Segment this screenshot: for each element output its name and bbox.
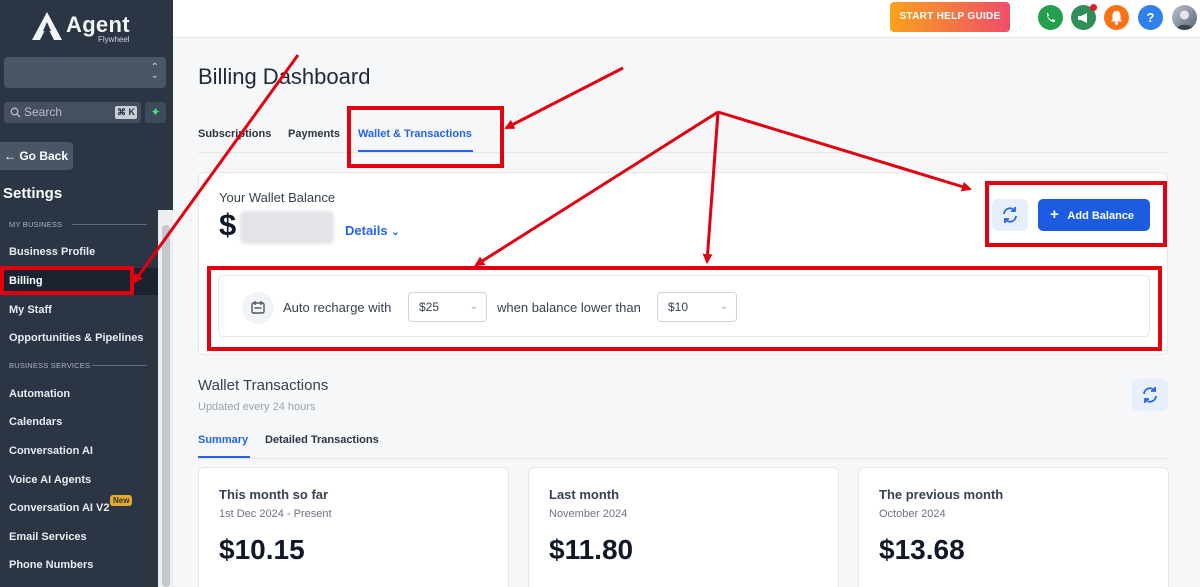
account-switcher[interactable]: ⌃ ⌄ <box>4 57 166 88</box>
sidebar-item-opportunities[interactable]: Opportunities & Pipelines <box>9 332 143 344</box>
subtabs-divider <box>198 458 1168 459</box>
sidebar-item-conversation-ai[interactable]: Conversation AI <box>9 445 93 457</box>
tab-payments[interactable]: Payments <box>288 128 340 140</box>
stat-title: Last month <box>549 487 620 502</box>
sidebar-item-business-profile[interactable]: Business Profile <box>9 246 95 258</box>
search-placeholder: Search <box>24 105 63 119</box>
wallet-transactions-subtitle: Updated every 24 hours <box>198 401 316 413</box>
sidebar-item-automation[interactable]: Automation <box>9 388 70 400</box>
section-label-my-business: MY BUSINESS <box>9 220 63 229</box>
sidebar-item-calendars[interactable]: Calendars <box>9 416 62 428</box>
active-subtab-indicator <box>198 456 250 458</box>
stat-card-previous-month: The previous month October 2024 $13.68 <box>858 467 1169 587</box>
sidebar-item-voice-ai-agents[interactable]: Voice AI Agents <box>9 474 91 486</box>
logo-subtitle: Flywheel <box>98 35 130 44</box>
stat-title: The previous month <box>879 487 1004 502</box>
tab-subscriptions[interactable]: Subscriptions <box>198 128 271 140</box>
section-divider <box>72 224 147 225</box>
details-link[interactable]: Details ⌄ <box>345 223 400 238</box>
arrow-to-wallet-tab <box>504 66 624 130</box>
wallet-transactions-title: Wallet Transactions <box>198 377 329 394</box>
sidebar-item-conversation-ai-v2[interactable]: Conversation AI V2 <box>9 502 109 514</box>
avatar-image <box>1176 10 1193 30</box>
user-avatar[interactable] <box>1172 5 1197 30</box>
sidebar-scrollbar-thumb[interactable] <box>162 225 170 587</box>
go-back-button[interactable]: ← Go Back <box>0 142 73 170</box>
wallet-currency-symbol: $ <box>219 207 237 242</box>
search-icon <box>10 107 21 118</box>
help-glyph: ? <box>1146 10 1155 25</box>
search-shortcut: ⌘ K <box>115 106 137 119</box>
wallet-balance-label: Your Wallet Balance <box>219 190 336 205</box>
bell-icon[interactable] <box>1104 5 1129 30</box>
page-title: Billing Dashboard <box>198 64 371 89</box>
search-input[interactable]: Search ⌘ K <box>4 102 141 123</box>
refresh-transactions-button[interactable] <box>1132 379 1168 411</box>
stat-card-last-month: Last month November 2024 $11.80 <box>528 467 839 587</box>
annotation-box-wallet-tab <box>347 106 504 168</box>
tab-summary[interactable]: Summary <box>198 434 248 446</box>
stat-title: This month so far <box>219 487 329 502</box>
wallet-balance-amount-redacted <box>240 211 334 244</box>
bell-glyph <box>1111 11 1122 25</box>
section-label-business-services: BUSINESS SERVICES <box>9 361 91 370</box>
stat-amount: $13.68 <box>879 534 965 565</box>
refresh-icon <box>1143 387 1157 403</box>
phone-glyph <box>1047 13 1055 22</box>
logo-mark-icon <box>32 12 62 40</box>
settings-title: Settings <box>3 185 63 202</box>
annotation-box-add-balance <box>985 181 1167 247</box>
updown-chevron-icon: ⌃ ⌄ <box>150 62 159 81</box>
stat-range: October 2024 <box>879 508 946 520</box>
section-divider <box>92 365 147 366</box>
tab-detailed-transactions[interactable]: Detailed Transactions <box>265 434 379 446</box>
stat-card-this-month: This month so far 1st Dec 2024 - Present… <box>198 467 509 587</box>
phone-icon[interactable] <box>1038 5 1063 30</box>
sidebar-item-phone-numbers[interactable]: Phone Numbers <box>9 559 93 571</box>
chevron-down-icon: ⌄ <box>391 227 400 238</box>
notification-dot <box>1090 4 1097 11</box>
help-icon[interactable]: ? <box>1138 5 1163 30</box>
details-label: Details <box>345 223 388 238</box>
quick-action-button[interactable]: ✦ <box>145 102 166 123</box>
brand-logo[interactable]: Agent Flywheel <box>30 10 140 44</box>
start-help-guide-button[interactable]: START HELP GUIDE <box>890 2 1010 32</box>
tabs-divider <box>198 152 1168 153</box>
sidebar-item-email-services[interactable]: Email Services <box>9 531 87 543</box>
annotation-box-billing <box>0 266 134 295</box>
bolt-icon: ✦ <box>150 105 161 119</box>
stat-amount: $10.15 <box>219 534 305 565</box>
stat-range: November 2024 <box>549 508 628 520</box>
annotation-box-auto-recharge <box>207 266 1162 351</box>
new-badge: New <box>110 495 133 506</box>
sidebar-item-my-staff[interactable]: My Staff <box>9 304 52 316</box>
stat-range: 1st Dec 2024 - Present <box>219 508 332 520</box>
stat-amount: $11.80 <box>549 534 634 565</box>
